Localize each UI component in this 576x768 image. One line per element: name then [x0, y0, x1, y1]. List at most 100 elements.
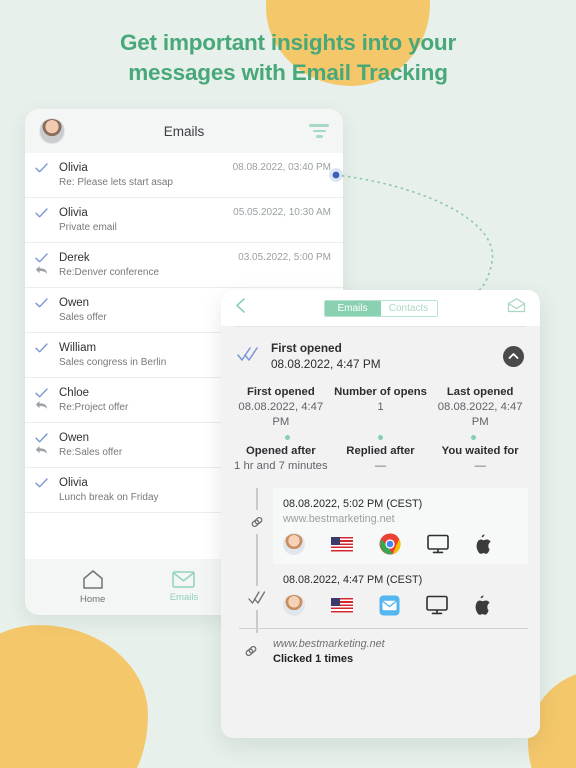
email-date: 03.05.2022, 5:00 PM: [238, 252, 331, 263]
page-headline: Get important insights into your message…: [0, 28, 576, 88]
mail-app-icon: [379, 595, 400, 615]
email-sender: Derek: [59, 252, 90, 264]
check-icon: [35, 163, 48, 173]
dot-separator: [471, 435, 476, 440]
timeline-event[interactable]: 08.08.2022, 4:47 PM (CEST): [221, 564, 540, 628]
check-icon: [35, 208, 48, 218]
event-card: 08.08.2022, 5:02 PM (CEST) www.bestmarket…: [273, 488, 528, 564]
apple-icon: [475, 595, 490, 615]
tab-home[interactable]: Home: [60, 569, 126, 605]
event-time: 08.08.2022, 4:47 PM (CEST): [283, 574, 423, 586]
event-list: 08.08.2022, 5:02 PM (CEST) www.bestmarket…: [221, 488, 540, 628]
detail-header: Emails Contacts: [221, 290, 540, 326]
chevron-left-icon[interactable]: [235, 297, 246, 319]
stat-value: —: [474, 460, 486, 472]
email-list-item[interactable]: Olivia Private email 05.05.2022, 10:30 AM: [25, 198, 343, 243]
contact-avatar: [283, 594, 305, 616]
filter-icon[interactable]: [309, 124, 329, 138]
email-status-icons: [35, 386, 51, 410]
check-icon: [35, 478, 48, 488]
stat-value: 1: [377, 401, 384, 413]
decor-blob-bottom-left: [0, 625, 148, 768]
event-timeline: 08.08.2022, 5:02 PM (CEST) www.bestmarket…: [221, 488, 540, 677]
email-detail-panel: Emails Contacts First opened 08.08.2022,…: [221, 290, 540, 738]
reply-arrow-icon: [35, 446, 47, 454]
stat-value: 08.08.2022, 4:47 PM: [437, 401, 523, 428]
stat-label: First opened: [246, 386, 315, 398]
email-list-item[interactable]: Derek Re:Denver conference 03.05.2022, 5:0…: [25, 243, 343, 288]
check-icon: [35, 388, 48, 398]
double-check-icon: [237, 346, 259, 367]
chrome-icon: [379, 533, 401, 555]
stats-row-bottom: Opened after 1 hr and 7 minutes Replied af…: [231, 444, 530, 474]
headline-line-2: messages with Email Tracking: [128, 60, 448, 85]
stats-row-top: First opened 08.08.2022, 4:47 PM Number of…: [231, 385, 530, 430]
email-status-icons: [35, 431, 51, 455]
event-card: 08.08.2022, 4:47 PM (CEST): [273, 564, 528, 625]
page-root: Get important insights into your message…: [0, 0, 576, 768]
email-text: Olivia Private email: [59, 206, 225, 235]
us-flag-icon: [331, 536, 353, 552]
email-status-icons: [35, 251, 51, 275]
envelope-open-icon[interactable]: [507, 298, 526, 318]
chevron-up-icon[interactable]: [503, 345, 524, 367]
segmented-control[interactable]: Emails Contacts: [323, 299, 438, 317]
email-text: Olivia Re: Please lets start asap: [59, 161, 225, 190]
tab-label: Home: [79, 594, 106, 605]
email-status-icons: [35, 206, 51, 218]
email-sender: Owen: [59, 297, 90, 309]
stat-value: 1 hr and 7 minutes: [234, 460, 328, 472]
dot-separator: [378, 435, 383, 440]
contact-avatar: [283, 533, 305, 555]
email-status-icons: [35, 161, 51, 173]
stat-cell: You waited for —: [430, 444, 530, 474]
timeline-event[interactable]: 08.08.2022, 5:02 PM (CEST) www.bestmarket…: [221, 488, 540, 564]
check-icon: [35, 253, 48, 263]
desktop-icon: [427, 534, 449, 554]
connector-path: [335, 174, 494, 299]
check-icon: [35, 298, 48, 308]
reply-arrow-icon: [35, 401, 47, 409]
event-icon-row: [283, 594, 518, 616]
stat-cell: Last opened 08.08.2022, 4:47 PM: [430, 385, 530, 430]
clicked-link-footer[interactable]: www.bestmarketing.net Clicked 1 times: [239, 628, 528, 677]
stat-cell: Replied after —: [331, 444, 431, 474]
page-title: Emails: [163, 123, 205, 139]
us-flag-icon: [331, 597, 353, 613]
stat-value: —: [374, 460, 387, 472]
first-opened-label: First opened: [271, 341, 342, 355]
dot-separator: [285, 435, 290, 440]
apple-icon: [476, 534, 491, 554]
check-icon: [35, 343, 48, 353]
email-subject: Re:Denver conference: [59, 267, 160, 278]
email-status-icons: [35, 341, 51, 353]
tab-emails[interactable]: Emails: [151, 571, 217, 603]
tab-label: Emails: [169, 592, 199, 603]
email-list-header: Emails: [25, 109, 343, 153]
desktop-icon: [426, 595, 448, 615]
first-opened-summary: First opened 08.08.2022, 4:47 PM: [221, 327, 540, 383]
first-opened-text: First opened 08.08.2022, 4:47 PM: [271, 340, 381, 372]
email-date: 08.08.2022, 03:40 PM: [232, 162, 331, 173]
email-list-item[interactable]: Olivia Re: Please lets start asap 08.08.20…: [25, 153, 343, 198]
clicked-count: Clicked 1 times: [273, 653, 354, 665]
stat-label: You waited for: [441, 445, 519, 457]
home-icon: [82, 570, 103, 589]
tab-contacts[interactable]: Contacts: [380, 300, 437, 316]
event-badge: [245, 510, 269, 534]
email-status-icons: [35, 476, 51, 488]
stats-separator-dots: [231, 430, 530, 444]
detail-body: First opened 08.08.2022, 4:47 PM First o…: [221, 327, 540, 738]
email-status-icons: [35, 296, 51, 308]
stat-cell: Number of opens 1: [331, 385, 431, 430]
stat-value: 08.08.2022, 4:47 PM: [238, 401, 324, 428]
email-date: 05.05.2022, 10:30 AM: [233, 207, 331, 218]
email-subject: Private email: [59, 222, 117, 233]
stat-cell: First opened 08.08.2022, 4:47 PM: [231, 385, 331, 430]
tab-emails[interactable]: Emails: [324, 300, 381, 316]
check-icon: [35, 433, 48, 443]
link-icon: [245, 510, 269, 534]
stat-label: Replied after: [346, 445, 415, 457]
event-icon-row: [283, 533, 518, 555]
stat-cell: Opened after 1 hr and 7 minutes: [231, 444, 331, 474]
